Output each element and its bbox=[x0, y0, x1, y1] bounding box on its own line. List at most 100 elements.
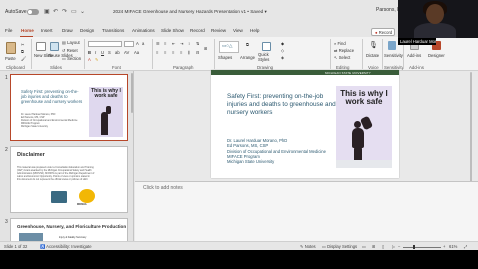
decrease-indent-icon[interactable]: ⇤ bbox=[172, 41, 176, 46]
align-center-icon[interactable]: ≡ bbox=[164, 50, 166, 55]
thumbnail-number: 3 bbox=[5, 219, 8, 225]
font-group-label: Font bbox=[112, 64, 121, 70]
sensitivity-icon[interactable] bbox=[388, 41, 396, 50]
redo-icon[interactable]: ↷ bbox=[62, 8, 67, 15]
dictate-icon[interactable]: 🎙 bbox=[369, 41, 378, 49]
tab-home[interactable]: Home bbox=[21, 28, 34, 33]
document-title[interactable]: 2024 MIFACE Greenhouse and Nursery Hazar… bbox=[113, 9, 267, 15]
display-settings-button[interactable]: ▭ Display Settings bbox=[322, 244, 357, 249]
autosave-toggle[interactable] bbox=[27, 8, 39, 15]
quick-styles-label[interactable]: Quick Styles bbox=[258, 52, 278, 62]
dictate-label[interactable]: Dictate bbox=[366, 53, 379, 58]
increase-font-icon[interactable]: A bbox=[136, 41, 139, 46]
align-right-icon[interactable]: ≡ bbox=[172, 50, 174, 55]
zoom-level[interactable]: 61% bbox=[449, 244, 457, 249]
zoom-slider[interactable] bbox=[403, 246, 441, 248]
character-spacing-icon[interactable]: AV bbox=[124, 50, 129, 55]
save-icon[interactable]: ▣ bbox=[44, 8, 50, 15]
tab-design[interactable]: Design bbox=[80, 28, 94, 33]
tab-draw[interactable]: Draw bbox=[62, 28, 73, 33]
format-painter-icon[interactable]: 🖌 bbox=[21, 56, 26, 62]
quick-styles-icon[interactable] bbox=[262, 42, 271, 51]
shape-outline-icon[interactable]: ◇ bbox=[281, 48, 284, 53]
columns-icon[interactable]: ⫼ bbox=[188, 50, 190, 55]
reading-view-icon[interactable]: ▯ bbox=[382, 244, 384, 249]
layout-button[interactable]: ▤ Layout bbox=[62, 40, 80, 45]
tab-animations[interactable]: Animations bbox=[132, 28, 155, 33]
italic-icon[interactable]: I bbox=[95, 50, 96, 55]
tab-view[interactable]: View bbox=[233, 28, 243, 33]
bold-icon[interactable]: B bbox=[88, 50, 91, 55]
align-left-icon[interactable]: ≡ bbox=[156, 50, 158, 55]
notes-pane[interactable]: Click to add notes bbox=[135, 182, 478, 241]
normal-view-icon[interactable]: ▭ bbox=[362, 244, 366, 249]
designer-label[interactable]: Designer bbox=[428, 53, 445, 58]
zoom-in-icon[interactable]: + bbox=[443, 244, 445, 249]
tab-insert[interactable]: Insert bbox=[41, 28, 53, 33]
current-slide[interactable]: MICHIGAN STATE UNIVERSITY Safety First: … bbox=[211, 70, 399, 178]
record-button[interactable]: ● Record bbox=[371, 28, 395, 36]
undo-icon[interactable]: ↶ bbox=[53, 8, 58, 15]
shapes-label[interactable]: Shapes bbox=[218, 55, 232, 60]
slide-authors[interactable]: Dr. Laurel Harduar Morano, PhD Ed Parson… bbox=[227, 138, 343, 164]
arrange-icon[interactable]: ⧉ bbox=[246, 42, 249, 47]
font-color-icon[interactable]: A bbox=[88, 57, 91, 62]
numbering-icon[interactable]: ≡ bbox=[164, 41, 166, 46]
justify-icon[interactable]: ≡ bbox=[180, 50, 182, 55]
shapes-gallery[interactable]: ▭○△ bbox=[219, 41, 239, 53]
reset-button[interactable]: ↺ Reset bbox=[62, 48, 78, 53]
sensitivity-label[interactable]: Sensitivity bbox=[384, 53, 403, 58]
tab-file[interactable]: File bbox=[5, 28, 12, 33]
thumbnail-scrollbar[interactable] bbox=[131, 73, 133, 113]
tab-slide-show[interactable]: Slide Show bbox=[161, 28, 184, 33]
paste-icon[interactable] bbox=[6, 42, 16, 54]
customize-toolbar-icon[interactable]: ⌄ bbox=[80, 8, 85, 15]
underline-icon[interactable]: U bbox=[101, 50, 104, 55]
line-spacing-icon[interactable]: ↕ bbox=[188, 41, 190, 46]
notes-toggle[interactable]: ✎ Notes bbox=[300, 244, 316, 249]
tab-transitions[interactable]: Transitions bbox=[102, 28, 124, 33]
tab-help[interactable]: Help bbox=[250, 28, 259, 33]
copy-icon[interactable]: ⧉ bbox=[21, 49, 24, 54]
slide-sorter-icon[interactable]: ⊞ bbox=[372, 244, 376, 249]
reuse-slides-icon[interactable] bbox=[50, 42, 59, 51]
present-from-start-icon[interactable]: ▭ bbox=[71, 8, 77, 15]
decrease-font-icon[interactable]: a bbox=[142, 41, 144, 46]
fit-to-window-icon[interactable]: ⤢ bbox=[464, 244, 467, 249]
slide-title[interactable]: Safety First: preventing on-the-job inju… bbox=[227, 93, 339, 118]
slide-thumbnail-3[interactable]: Greenhouse, Nursery, and Floriculture Pr… bbox=[10, 218, 128, 241]
increase-indent-icon[interactable]: ⇥ bbox=[180, 41, 184, 46]
highlight-icon[interactable]: ✎ bbox=[95, 57, 99, 62]
slide-photo[interactable]: This is why I work safe bbox=[336, 86, 392, 168]
arrange-label[interactable]: Arrange bbox=[240, 55, 255, 60]
bullets-icon[interactable]: ☰ bbox=[156, 41, 160, 46]
slide-scrollbar[interactable] bbox=[470, 72, 472, 182]
text-direction-icon[interactable]: ⇅ bbox=[196, 41, 200, 46]
select-button[interactable]: ↖ Select bbox=[334, 55, 350, 60]
section-button[interactable]: ▭ Section bbox=[62, 56, 81, 61]
paste-label[interactable]: Paste bbox=[5, 56, 16, 61]
font-size-dropdown[interactable] bbox=[124, 41, 134, 47]
strikethrough-icon[interactable]: ab bbox=[115, 50, 120, 55]
cut-icon[interactable]: ✂ bbox=[21, 42, 25, 47]
tab-review[interactable]: Review bbox=[211, 28, 226, 33]
add-ins-label[interactable]: Add-ins bbox=[407, 53, 421, 58]
smartart-icon[interactable]: ⊞ bbox=[204, 46, 208, 51]
notes-placeholder[interactable]: Click to add notes bbox=[143, 185, 183, 191]
slide-thumbnail-2[interactable]: Disclaimer This material was prepared un… bbox=[10, 146, 128, 213]
find-button[interactable]: ⌕ Find bbox=[334, 41, 346, 46]
font-name-dropdown[interactable] bbox=[88, 41, 122, 47]
zoom-slider-thumb[interactable] bbox=[412, 244, 415, 249]
replace-button[interactable]: ⇄ Replace bbox=[334, 48, 354, 53]
change-case-icon[interactable]: Aa bbox=[134, 50, 139, 55]
shape-effects-icon[interactable]: ◈ bbox=[281, 55, 284, 60]
zoom-out-icon[interactable]: − bbox=[398, 244, 400, 249]
tab-record[interactable]: Record bbox=[190, 28, 205, 33]
shape-fill-icon[interactable]: ◆ bbox=[281, 41, 284, 46]
shadow-icon[interactable]: S bbox=[108, 50, 111, 55]
miosha-logo bbox=[79, 189, 95, 203]
slide-thumbnail-1[interactable]: Safety First: preventing on-the-job inju… bbox=[10, 74, 128, 141]
new-slide-icon[interactable] bbox=[36, 42, 46, 51]
slideshow-view-icon[interactable]: ▷ bbox=[392, 244, 395, 249]
align-text-icon[interactable]: ⊟ bbox=[196, 50, 200, 55]
